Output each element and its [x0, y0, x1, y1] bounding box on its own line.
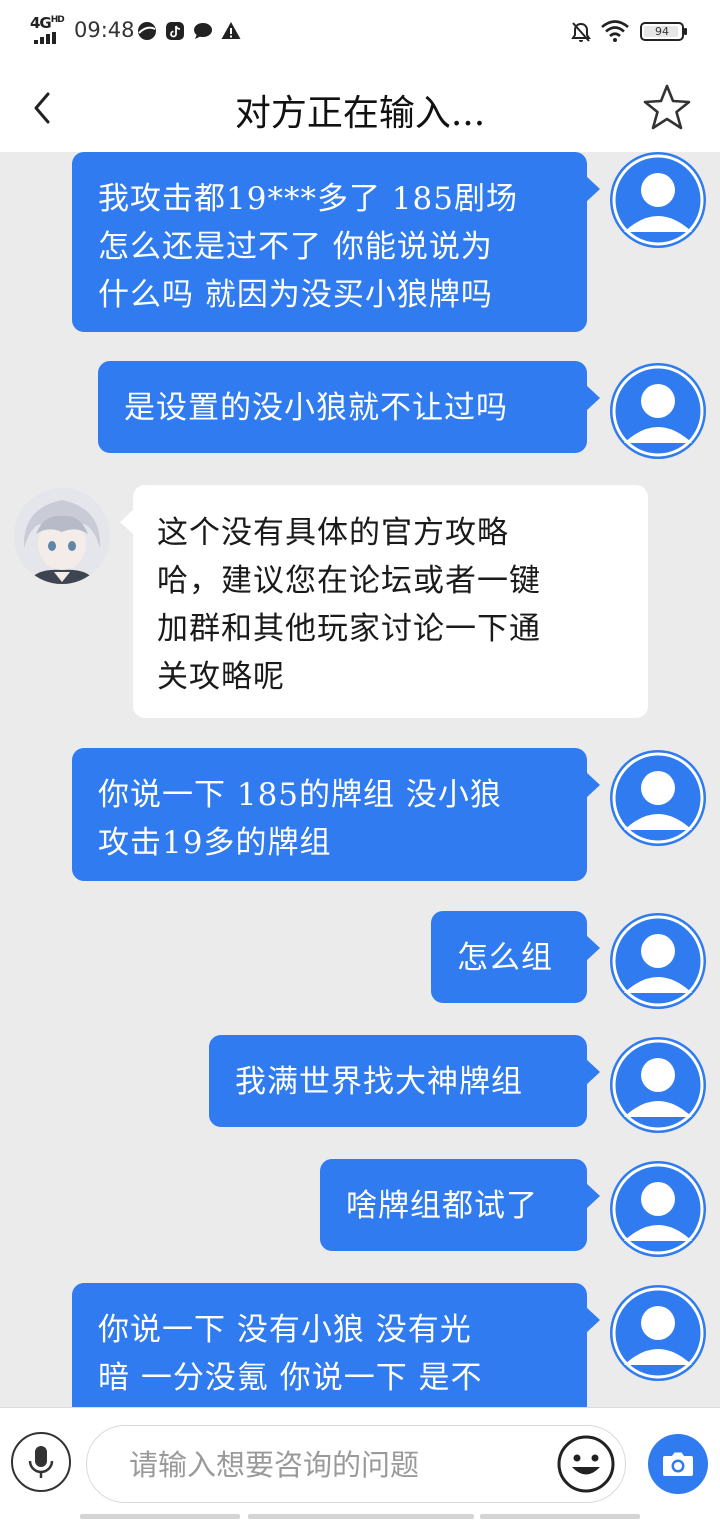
agent-avatar[interactable]: [14, 488, 110, 584]
message-text-line: 我满世界找大神牌组: [235, 1064, 523, 1100]
user-avatar[interactable]: [610, 1285, 706, 1381]
user-avatar-icon: [612, 752, 704, 844]
status-bar: 4GHD 09:48 94: [0, 0, 720, 62]
chat-messages[interactable]: 我攻击都19***多了 185剧场 怎么还是过不了 你能说说为 什么吗 就因为没…: [0, 152, 720, 1407]
message-bubble-outgoing[interactable]: 你说一下 185的牌组 没小狼 攻击19多的牌组: [72, 748, 600, 881]
message-bubble-outgoing[interactable]: 怎么组: [431, 911, 600, 1003]
message-text-line: 什么吗 就因为没买小狼牌吗: [98, 277, 493, 313]
message-text-line: 你说一下 185的牌组 没小狼: [98, 777, 502, 813]
chat-header: 对方正在输入...: [0, 62, 720, 152]
message-text-line: 你说一下 没有小狼 没有光: [98, 1312, 472, 1348]
mute-bell-icon: [571, 22, 591, 42]
message-text-line: 加群和其他玩家讨论一下通: [157, 611, 541, 647]
message-text-line: 我攻击都19***多了 185剧场: [98, 181, 518, 217]
message-text-line: 攻击19多的牌组: [98, 825, 332, 861]
wifi-icon: [601, 20, 629, 42]
user-avatar-icon: [612, 365, 704, 457]
microphone-icon: [28, 1446, 54, 1478]
camera-icon: [663, 1452, 693, 1476]
message-bubble-outgoing[interactable]: 啥牌组都试了: [320, 1159, 600, 1251]
back-button[interactable]: [22, 80, 62, 136]
user-avatar-icon: [612, 154, 704, 246]
message-text-line: 这个没有具体的官方攻略: [157, 515, 509, 551]
browser-icon: [138, 22, 156, 40]
message-bubble-outgoing[interactable]: 是设置的没小狼就不让过吗: [98, 361, 600, 453]
emoji-button[interactable]: [556, 1434, 616, 1494]
message-input-bar: [0, 1407, 720, 1520]
user-avatar[interactable]: [610, 913, 706, 1009]
emoji-icon: [557, 1435, 615, 1493]
chat-icon: [194, 23, 212, 39]
user-avatar[interactable]: [610, 1037, 706, 1133]
user-avatar[interactable]: [610, 750, 706, 846]
message-text-line: 暗 一分没氪 你说一下 是不: [98, 1360, 483, 1396]
warning-icon: [221, 22, 241, 39]
user-avatar-icon: [612, 1287, 704, 1379]
user-avatar-icon: [612, 1039, 704, 1131]
message-bubble-outgoing[interactable]: 我满世界找大神牌组: [209, 1035, 600, 1127]
user-avatar-icon: [612, 915, 704, 1007]
camera-button[interactable]: [648, 1434, 708, 1494]
user-avatar-icon: [612, 1163, 704, 1255]
signal-icon: [34, 32, 60, 44]
page-title: 对方正在输入...: [234, 93, 486, 134]
anime-character-avatar-icon: [14, 488, 110, 584]
keyboard-hint-strip: [80, 1514, 640, 1520]
clock: 09:48: [74, 18, 135, 42]
network-indicator: 4GHD: [30, 14, 65, 32]
battery-level: 94: [655, 25, 669, 38]
chevron-left-icon: [34, 92, 50, 124]
voice-input-button[interactable]: [11, 1432, 71, 1492]
message-text-line: 怎么组: [457, 940, 553, 976]
message-bubble-incoming[interactable]: 这个没有具体的官方攻略 哈，建议您在论坛或者一键 加群和其他玩家讨论一下通 关攻…: [120, 485, 648, 718]
network-hd-label: HD: [50, 15, 65, 25]
message-text-line: 是设置的没小狼就不让过吗: [124, 390, 508, 426]
message-input[interactable]: [127, 1426, 551, 1504]
favorite-button[interactable]: [641, 82, 693, 134]
user-avatar[interactable]: [610, 152, 706, 248]
star-outline-icon: [643, 84, 691, 130]
user-avatar[interactable]: [610, 1161, 706, 1257]
message-bubble-outgoing[interactable]: 我攻击都19***多了 185剧场 怎么还是过不了 你能说说为 什么吗 就因为没…: [72, 152, 600, 332]
message-bubble-outgoing[interactable]: 你说一下 没有小狼 没有光 暗 一分没氪 你说一下 是不: [72, 1283, 600, 1407]
message-text-line: 哈，建议您在论坛或者一键: [157, 563, 541, 599]
tiktok-icon: [166, 22, 184, 40]
battery-icon: 94: [640, 22, 687, 41]
message-text-line: 怎么还是过不了 你能说说为: [98, 229, 493, 265]
message-text-line: 啥牌组都试了: [346, 1188, 538, 1224]
message-input-container[interactable]: [86, 1425, 626, 1504]
message-text-line: 关攻略呢: [157, 659, 285, 695]
user-avatar[interactable]: [610, 363, 706, 459]
